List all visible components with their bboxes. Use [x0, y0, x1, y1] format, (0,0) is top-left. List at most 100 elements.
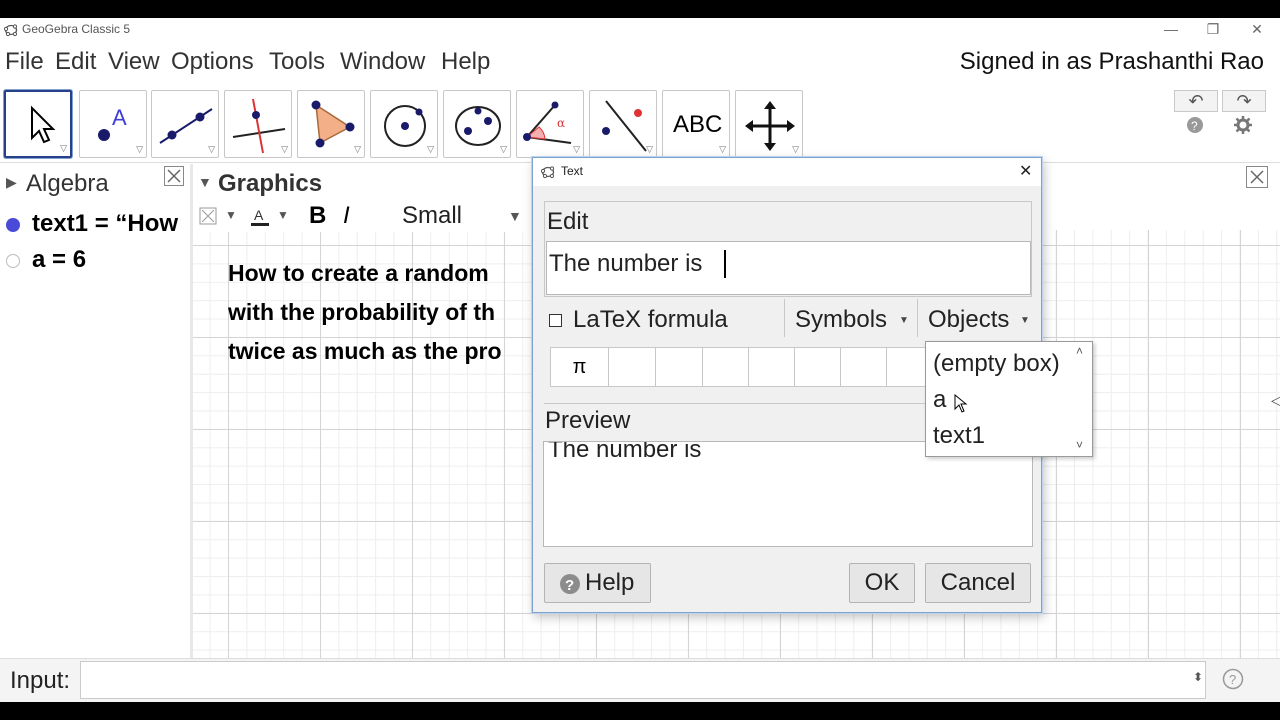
- edit-text-value: The number is: [549, 250, 710, 277]
- redo-button[interactable]: ↷: [1222, 90, 1266, 112]
- menu-help[interactable]: Help: [441, 48, 490, 76]
- minimize-button[interactable]: —: [1150, 18, 1192, 42]
- symbol-pi-button[interactable]: π: [551, 348, 609, 386]
- signed-in-status[interactable]: Signed in as Prashanthi Rao: [960, 48, 1264, 76]
- menu-view[interactable]: View: [108, 48, 160, 76]
- svg-text:A: A: [254, 207, 264, 223]
- text-cursor: [724, 250, 726, 278]
- menu-window[interactable]: Window: [340, 48, 425, 76]
- scroll-down-icon[interactable]: ˅: [1076, 438, 1083, 452]
- svg-text:?: ?: [565, 577, 574, 594]
- input-help-icon[interactable]: ?: [1222, 668, 1244, 690]
- side-panel-toggle-icon[interactable]: ◁: [1271, 392, 1280, 409]
- svg-text:α: α: [557, 116, 565, 130]
- close-algebra-button[interactable]: [164, 166, 184, 186]
- symbol-slot[interactable]: [841, 348, 887, 386]
- tool-line[interactable]: ▽: [151, 90, 219, 158]
- close-window-button[interactable]: ✕: [1236, 18, 1278, 42]
- input-history-icon[interactable]: ⬍: [1193, 670, 1203, 684]
- chevron-down-icon[interactable]: ▼: [277, 208, 289, 222]
- tool-point[interactable]: A ▽: [79, 90, 147, 158]
- chevron-down-icon: ▼: [1020, 315, 1030, 326]
- symbol-slot[interactable]: [749, 348, 795, 386]
- tool-move[interactable]: ▽: [4, 90, 72, 158]
- graphics-text-line-1[interactable]: How to create a random: [228, 260, 489, 287]
- latex-label[interactable]: LaTeX formula: [573, 306, 728, 334]
- dialog-title: Text: [561, 164, 584, 178]
- text-color-icon[interactable]: A: [249, 205, 271, 227]
- symbol-slot[interactable]: [703, 348, 749, 386]
- tool-circle[interactable]: ▽: [370, 90, 438, 158]
- close-graphics-button[interactable]: [1246, 166, 1268, 188]
- close-icon: [1250, 170, 1264, 184]
- help-icon[interactable]: ?: [1186, 116, 1204, 134]
- edit-text-field[interactable]: The number is: [546, 241, 1031, 295]
- edit-label: Edit: [547, 208, 589, 235]
- algebra-item-text1[interactable]: text1 = “How: [0, 208, 190, 244]
- objects-menu-button[interactable]: Objects: [928, 306, 1009, 334]
- input-bar: Input: ⬍ ?: [0, 658, 1280, 702]
- menu-tools[interactable]: Tools: [269, 48, 325, 76]
- text-size-select[interactable]: Small: [402, 202, 462, 230]
- tool-perpendicular[interactable]: ▽: [224, 90, 292, 158]
- symbol-slot[interactable]: [609, 348, 656, 386]
- dialog-title-bar[interactable]: Text ✕: [533, 158, 1041, 186]
- algebra-title: Algebra: [26, 170, 109, 197]
- tool-polygon[interactable]: ▽: [297, 90, 365, 158]
- geogebra-logo-icon: [4, 24, 18, 37]
- symbol-slot[interactable]: [795, 348, 841, 386]
- chevron-down-icon: ▼: [899, 315, 909, 326]
- svg-text:?: ?: [1191, 119, 1198, 133]
- graphics-collapse-icon[interactable]: ▼: [198, 174, 212, 190]
- tool-angle[interactable]: α ▽: [516, 90, 584, 158]
- scroll-up-icon[interactable]: ˄: [1076, 344, 1083, 358]
- symbol-strip: π: [550, 347, 930, 387]
- algebra-item-label: a = 6: [32, 246, 87, 273]
- objects-option-text1[interactable]: text1: [933, 422, 985, 450]
- ok-button[interactable]: OK: [849, 563, 915, 603]
- graphics-text-line-2[interactable]: with the probability of th: [228, 299, 495, 326]
- visibility-dot-icon[interactable]: [5, 217, 21, 233]
- algebra-view-header: ▶ Algebra: [0, 164, 190, 200]
- preview-text: The number is: [548, 441, 702, 463]
- background-color-icon[interactable]: [199, 207, 217, 225]
- hidden-dot-icon[interactable]: [5, 253, 21, 269]
- svg-text:?: ?: [1229, 672, 1236, 687]
- tool-move-graphics[interactable]: ▽: [735, 90, 803, 158]
- preview-label: Preview: [545, 407, 631, 434]
- graphics-title: Graphics: [218, 170, 323, 197]
- latex-checkbox[interactable]: [549, 314, 562, 327]
- graphics-style-bar: ▼ A ▼ B I Small ▼: [193, 200, 533, 232]
- input-field[interactable]: [80, 661, 1206, 699]
- tool-reflect[interactable]: ▽: [589, 90, 657, 158]
- bold-button[interactable]: B: [309, 202, 326, 230]
- symbols-menu-button[interactable]: Symbols: [795, 306, 887, 334]
- algebra-view: text1 = “How a = 6 ‹ ›: [0, 200, 190, 640]
- algebra-item-a[interactable]: a = 6: [0, 244, 190, 280]
- undo-button[interactable]: ↶: [1174, 90, 1218, 112]
- geogebra-logo-icon: [541, 166, 555, 179]
- italic-button[interactable]: I: [343, 202, 350, 230]
- restore-button[interactable]: ❐: [1192, 18, 1234, 42]
- close-icon: [167, 169, 181, 183]
- title-bar: GeoGebra Classic 5 — ❐ ✕: [0, 18, 1280, 42]
- tool-ellipse[interactable]: ▽: [443, 90, 511, 158]
- tool-text[interactable]: ABC ▽: [662, 90, 730, 158]
- dialog-close-button[interactable]: ✕: [1019, 161, 1032, 181]
- objects-dropdown: (empty box) a text1 ˄ ˅: [925, 341, 1093, 457]
- menu-edit[interactable]: Edit: [55, 48, 96, 76]
- help-button[interactable]: ? Help: [544, 563, 651, 603]
- symbol-slot[interactable]: [656, 348, 703, 386]
- cancel-button[interactable]: Cancel: [925, 563, 1031, 603]
- chevron-down-icon[interactable]: ▼: [508, 208, 522, 224]
- objects-option-a[interactable]: a: [933, 386, 946, 414]
- svg-text:A: A: [112, 105, 127, 130]
- algebra-expand-icon[interactable]: ▶: [6, 174, 17, 191]
- chevron-down-icon[interactable]: ▼: [225, 208, 237, 222]
- menu-options[interactable]: Options: [171, 48, 254, 76]
- objects-option-empty-box[interactable]: (empty box): [933, 350, 1060, 378]
- graphics-text-line-3[interactable]: twice as much as the pro: [228, 338, 502, 365]
- settings-gear-icon[interactable]: [1234, 116, 1252, 134]
- edit-panel: Edit The number is: [544, 201, 1032, 297]
- menu-file[interactable]: File: [5, 48, 44, 76]
